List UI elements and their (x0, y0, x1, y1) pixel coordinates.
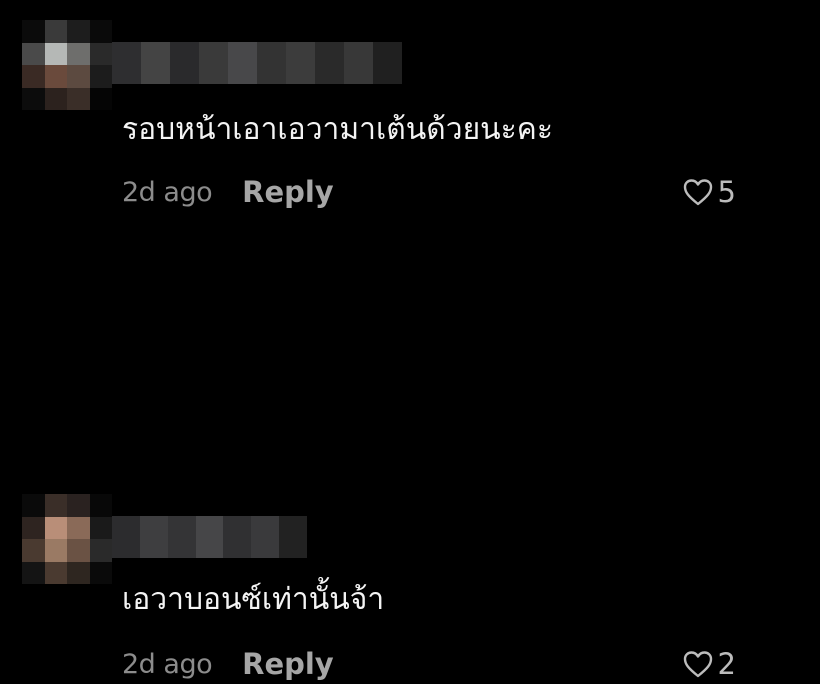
like-button[interactable]: 2 (682, 644, 736, 684)
heart-icon (683, 651, 712, 678)
heart-icon (683, 179, 712, 206)
like-button[interactable]: 5 (682, 172, 736, 212)
timestamp: 2d ago (122, 176, 213, 208)
like-count: 2 (717, 647, 736, 681)
username-blurred[interactable] (112, 516, 308, 558)
username-blurred[interactable] (112, 42, 402, 84)
comment-text: รอบหน้าเอาเอวามาเต้นด้วยนะคะ (122, 112, 553, 147)
reply-button[interactable]: Reply (242, 175, 334, 209)
comment-meta: 2d ago Reply (122, 172, 334, 212)
timestamp: 2d ago (122, 648, 213, 680)
comment-item: เอวาบอนซ์เท่านั้นจ้า 2d ago Reply 2 (0, 240, 820, 681)
comment-text: เอวาบอนซ์เท่านั้นจ้า (122, 582, 385, 617)
comment-meta: 2d ago Reply (122, 644, 334, 684)
like-count: 5 (717, 175, 736, 209)
comment-item: รอบหน้าเอาเอวามาเต้นด้วยนะคะ 2d ago Repl… (0, 0, 820, 240)
avatar[interactable] (22, 494, 112, 584)
reply-button[interactable]: Reply (242, 647, 334, 681)
avatar[interactable] (22, 20, 112, 110)
